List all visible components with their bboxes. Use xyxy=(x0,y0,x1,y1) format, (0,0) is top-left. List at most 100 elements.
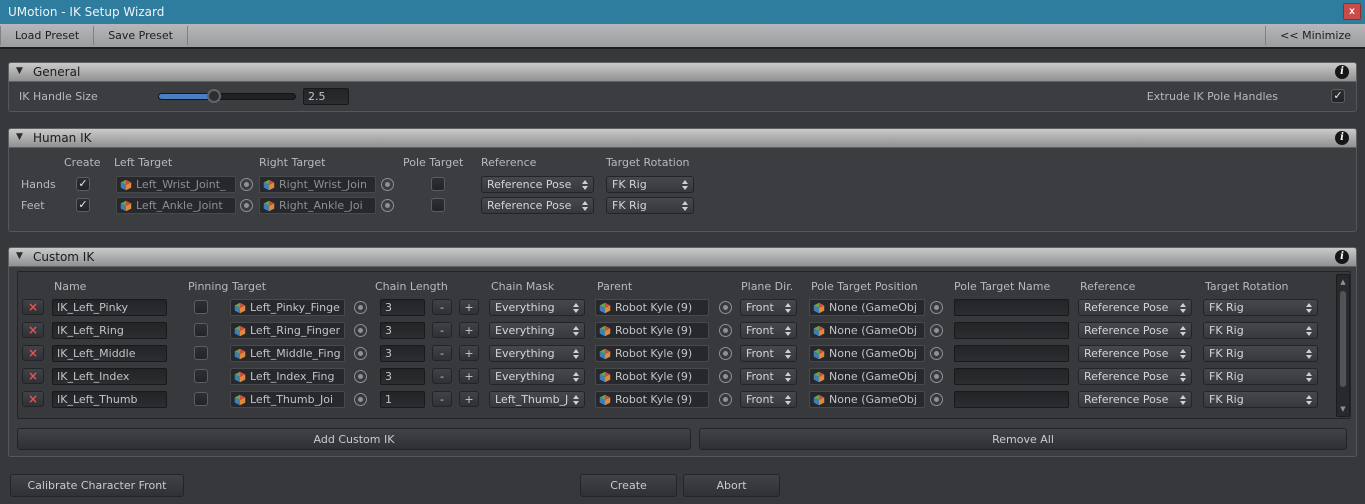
object-picker-icon[interactable] xyxy=(719,347,732,360)
reference-dropdown[interactable]: Reference Pose xyxy=(1078,345,1192,362)
minimize-button[interactable]: << Minimize xyxy=(1266,24,1365,47)
parent-object-field[interactable]: Robot Kyle (9) xyxy=(595,368,709,385)
ik-name-field[interactable]: IK_Left_Index xyxy=(52,368,167,385)
load-preset-button[interactable]: Load Preset xyxy=(1,24,93,47)
general-section-header[interactable]: ▼ General i xyxy=(8,62,1357,82)
parent-object-field[interactable]: Robot Kyle (9) xyxy=(595,345,709,362)
object-picker-icon[interactable] xyxy=(719,370,732,383)
plane-dir-dropdown[interactable]: Front xyxy=(740,368,797,385)
plane-dir-dropdown[interactable]: Front xyxy=(740,391,797,408)
hands-target-rotation-dropdown[interactable]: FK Rig xyxy=(606,176,694,193)
chain-length-field[interactable]: 3 xyxy=(380,345,425,362)
scrollbar-thumb[interactable] xyxy=(1339,290,1347,388)
table-scrollbar[interactable]: ▲ ▼ xyxy=(1336,274,1350,417)
chain-length-increase-button[interactable]: + xyxy=(459,391,479,407)
hands-left-target-object-field[interactable]: Left_Wrist_Joint_ xyxy=(116,176,236,193)
save-preset-button[interactable]: Save Preset xyxy=(94,24,187,47)
ik-handle-size-field[interactable]: 2.5 xyxy=(303,88,349,105)
pinning-checkbox[interactable] xyxy=(194,300,208,314)
target-object-field[interactable]: Left_Thumb_Joi xyxy=(230,391,345,408)
add-custom-ik-button[interactable]: Add Custom IK xyxy=(17,428,691,450)
ik-handle-size-slider[interactable] xyxy=(158,88,298,105)
hands-create-checkbox[interactable]: ✓ xyxy=(76,177,90,191)
plane-dir-dropdown[interactable]: Front xyxy=(740,322,797,339)
object-picker-icon[interactable] xyxy=(930,301,943,314)
scroll-up-button[interactable]: ▲ xyxy=(1337,276,1349,288)
human-ik-section-header[interactable]: ▼ Human IK i xyxy=(8,128,1357,148)
pole-target-name-field[interactable] xyxy=(954,391,1069,408)
object-picker-icon[interactable] xyxy=(719,393,732,406)
pole-target-position-object-field[interactable]: None (GameObj xyxy=(809,368,925,385)
chain-length-decrease-button[interactable]: - xyxy=(432,345,452,361)
pole-target-name-field[interactable] xyxy=(954,345,1069,362)
object-picker-icon[interactable] xyxy=(719,324,732,337)
ik-name-field[interactable]: IK_Left_Ring xyxy=(52,322,167,339)
parent-object-field[interactable]: Robot Kyle (9) xyxy=(595,391,709,408)
object-picker-icon[interactable] xyxy=(381,199,394,212)
target-rotation-dropdown[interactable]: FK Rig xyxy=(1203,345,1318,362)
chain-length-field[interactable]: 1 xyxy=(380,391,425,408)
info-icon[interactable]: i xyxy=(1335,250,1349,264)
object-picker-icon[interactable] xyxy=(930,370,943,383)
custom-ik-section-header[interactable]: ▼ Custom IK i xyxy=(8,247,1357,267)
parent-object-field[interactable]: Robot Kyle (9) xyxy=(595,299,709,316)
pole-target-name-field[interactable] xyxy=(954,368,1069,385)
object-picker-icon[interactable] xyxy=(930,324,943,337)
pole-target-position-object-field[interactable]: None (GameObj xyxy=(809,299,925,316)
feet-create-checkbox[interactable]: ✓ xyxy=(76,198,90,212)
delete-row-button[interactable]: × xyxy=(22,345,44,361)
hands-reference-dropdown[interactable]: Reference Pose xyxy=(481,176,594,193)
chain-length-increase-button[interactable]: + xyxy=(459,299,479,315)
object-picker-icon[interactable] xyxy=(354,370,367,383)
object-picker-icon[interactable] xyxy=(381,178,394,191)
info-icon[interactable]: i xyxy=(1335,65,1349,79)
reference-dropdown[interactable]: Reference Pose xyxy=(1078,391,1192,408)
info-icon[interactable]: i xyxy=(1335,131,1349,145)
target-object-field[interactable]: Left_Middle_Fing xyxy=(230,345,345,362)
reference-dropdown[interactable]: Reference Pose xyxy=(1078,299,1192,316)
close-button[interactable]: x xyxy=(1343,3,1361,20)
pole-target-name-field[interactable] xyxy=(954,299,1069,316)
slider-knob[interactable] xyxy=(207,89,221,103)
pinning-checkbox[interactable] xyxy=(194,369,208,383)
object-picker-icon[interactable] xyxy=(354,301,367,314)
ik-name-field[interactable]: IK_Left_Middle xyxy=(52,345,167,362)
feet-reference-dropdown[interactable]: Reference Pose xyxy=(481,197,594,214)
chain-length-increase-button[interactable]: + xyxy=(459,322,479,338)
pinning-checkbox[interactable] xyxy=(194,323,208,337)
calibrate-character-front-button[interactable]: Calibrate Character Front xyxy=(10,474,184,497)
object-picker-icon[interactable] xyxy=(240,199,253,212)
pole-target-position-object-field[interactable]: None (GameObj xyxy=(809,391,925,408)
chain-length-decrease-button[interactable]: - xyxy=(432,322,452,338)
chain-mask-dropdown[interactable]: Everything xyxy=(489,368,585,385)
target-rotation-dropdown[interactable]: FK Rig xyxy=(1203,299,1318,316)
pinning-checkbox[interactable] xyxy=(194,392,208,406)
chain-mask-dropdown[interactable]: Everything xyxy=(489,322,585,339)
target-object-field[interactable]: Left_Pinky_Finge xyxy=(230,299,345,316)
hands-pole-target-checkbox[interactable] xyxy=(431,177,445,191)
feet-right-target-object-field[interactable]: Right_Ankle_Joi xyxy=(259,197,376,214)
delete-row-button[interactable]: × xyxy=(22,368,44,384)
target-object-field[interactable]: Left_Index_Fing xyxy=(230,368,345,385)
create-button[interactable]: Create xyxy=(580,474,677,497)
feet-target-rotation-dropdown[interactable]: FK Rig xyxy=(606,197,694,214)
chain-mask-dropdown[interactable]: Left_Thumb_Joi xyxy=(489,391,585,408)
object-picker-icon[interactable] xyxy=(930,347,943,360)
chain-length-decrease-button[interactable]: - xyxy=(432,299,452,315)
ik-name-field[interactable]: IK_Left_Pinky xyxy=(52,299,167,316)
pole-target-name-field[interactable] xyxy=(954,322,1069,339)
feet-left-target-object-field[interactable]: Left_Ankle_Joint xyxy=(116,197,236,214)
chain-mask-dropdown[interactable]: Everything xyxy=(489,299,585,316)
plane-dir-dropdown[interactable]: Front xyxy=(740,299,797,316)
pole-target-position-object-field[interactable]: None (GameObj xyxy=(809,322,925,339)
target-rotation-dropdown[interactable]: FK Rig xyxy=(1203,322,1318,339)
object-picker-icon[interactable] xyxy=(354,393,367,406)
chain-length-field[interactable]: 3 xyxy=(380,368,425,385)
scroll-down-button[interactable]: ▼ xyxy=(1337,403,1349,415)
reference-dropdown[interactable]: Reference Pose xyxy=(1078,322,1192,339)
chain-length-increase-button[interactable]: + xyxy=(459,368,479,384)
remove-all-button[interactable]: Remove All xyxy=(699,428,1347,450)
chain-length-increase-button[interactable]: + xyxy=(459,345,479,361)
chain-length-decrease-button[interactable]: - xyxy=(432,368,452,384)
object-picker-icon[interactable] xyxy=(354,324,367,337)
